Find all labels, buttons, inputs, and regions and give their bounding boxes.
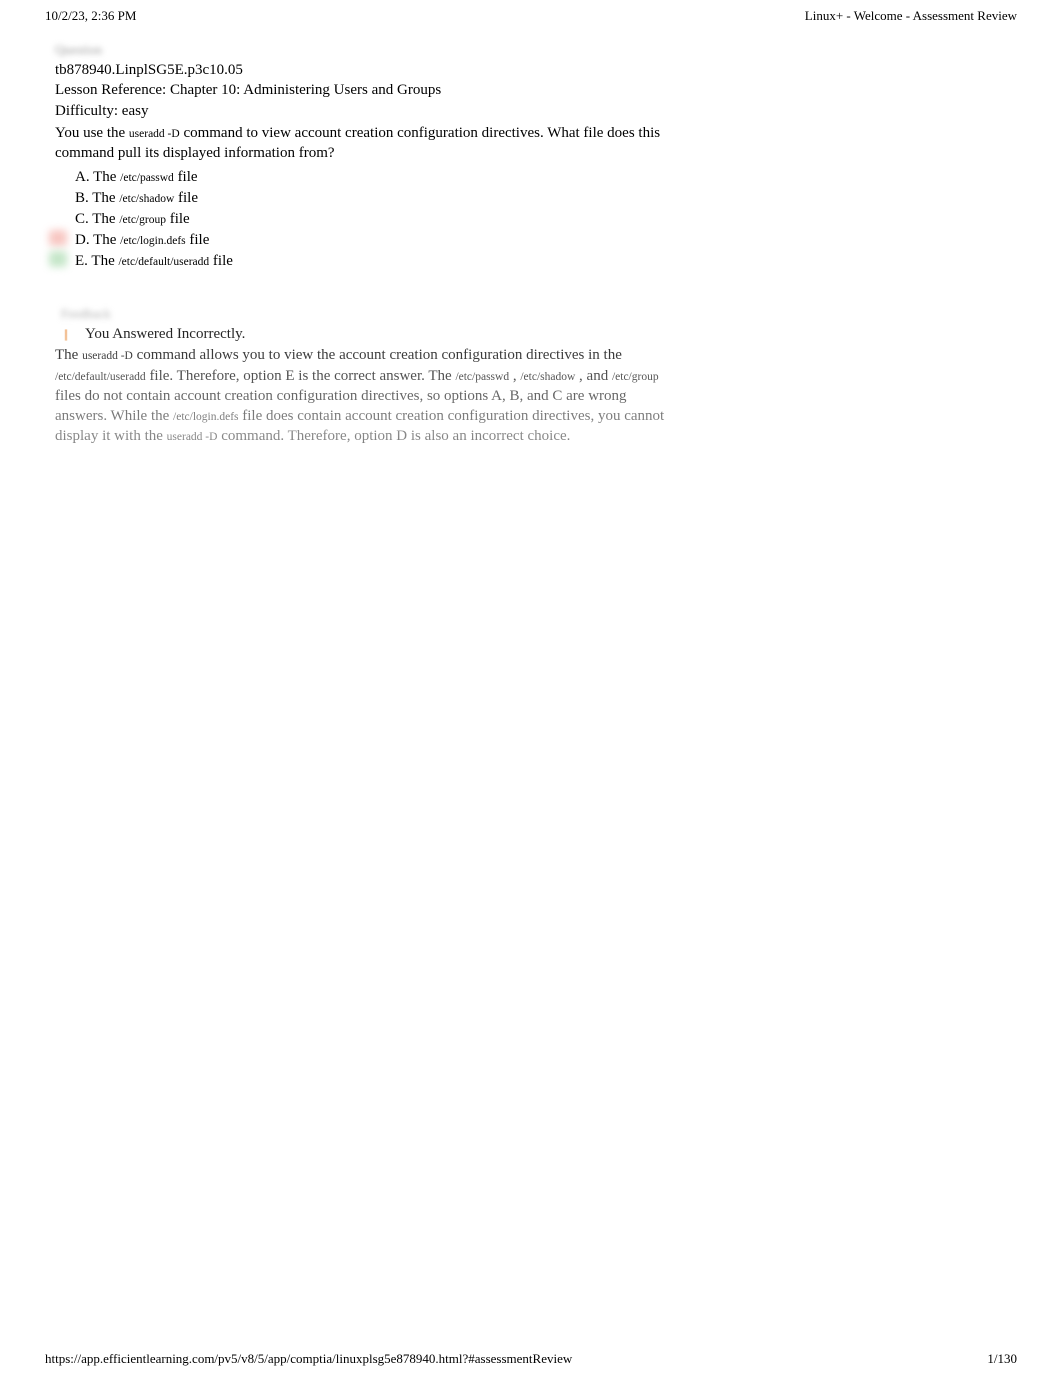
option-e: E. The /etc/default/useradd file — [55, 251, 690, 272]
correct-marker-icon — [49, 251, 67, 267]
wrong-marker-icon — [49, 230, 67, 246]
option-a: A. The /etc/passwd file — [55, 167, 690, 188]
question-id: tb878940.LinplSG5E.p3c10.05 — [55, 60, 690, 80]
option-d: D. The /etc/login.defs file — [55, 230, 690, 251]
feedback-label-blurred: Feedback — [61, 306, 670, 322]
header-title: Linux+ - Welcome - Assessment Review — [805, 8, 1017, 24]
option-b: B. The /etc/shadow file — [55, 188, 690, 209]
options-list: A. The /etc/passwd file B. The /etc/shad… — [55, 167, 690, 272]
main-content: Question tb878940.LinplSG5E.p3c10.05 Les… — [0, 24, 690, 447]
page-footer: https://app.efficientlearning.com/pv5/v8… — [45, 1351, 1017, 1367]
difficulty: Difficulty: easy — [55, 101, 690, 121]
question-stem: You use the useradd -D command to view a… — [55, 123, 690, 164]
feedback-section: Feedback You Answered Incorrectly. The u… — [55, 306, 670, 446]
footer-page: 1/130 — [987, 1351, 1017, 1367]
feedback-title: You Answered Incorrectly. — [85, 326, 245, 343]
question-label-blurred: Question — [55, 42, 690, 58]
option-c: C. The /etc/group file — [55, 209, 690, 230]
page-header: 10/2/23, 2:36 PM Linux+ - Welcome - Asse… — [0, 0, 1062, 24]
feedback-explanation: The useradd -D command allows you to vie… — [55, 345, 670, 446]
footer-url: https://app.efficientlearning.com/pv5/v8… — [45, 1351, 572, 1367]
incorrect-icon — [61, 328, 71, 342]
feedback-header: You Answered Incorrectly. — [55, 326, 670, 343]
lesson-reference: Lesson Reference: Chapter 10: Administer… — [55, 80, 690, 100]
header-timestamp: 10/2/23, 2:36 PM — [45, 8, 136, 24]
